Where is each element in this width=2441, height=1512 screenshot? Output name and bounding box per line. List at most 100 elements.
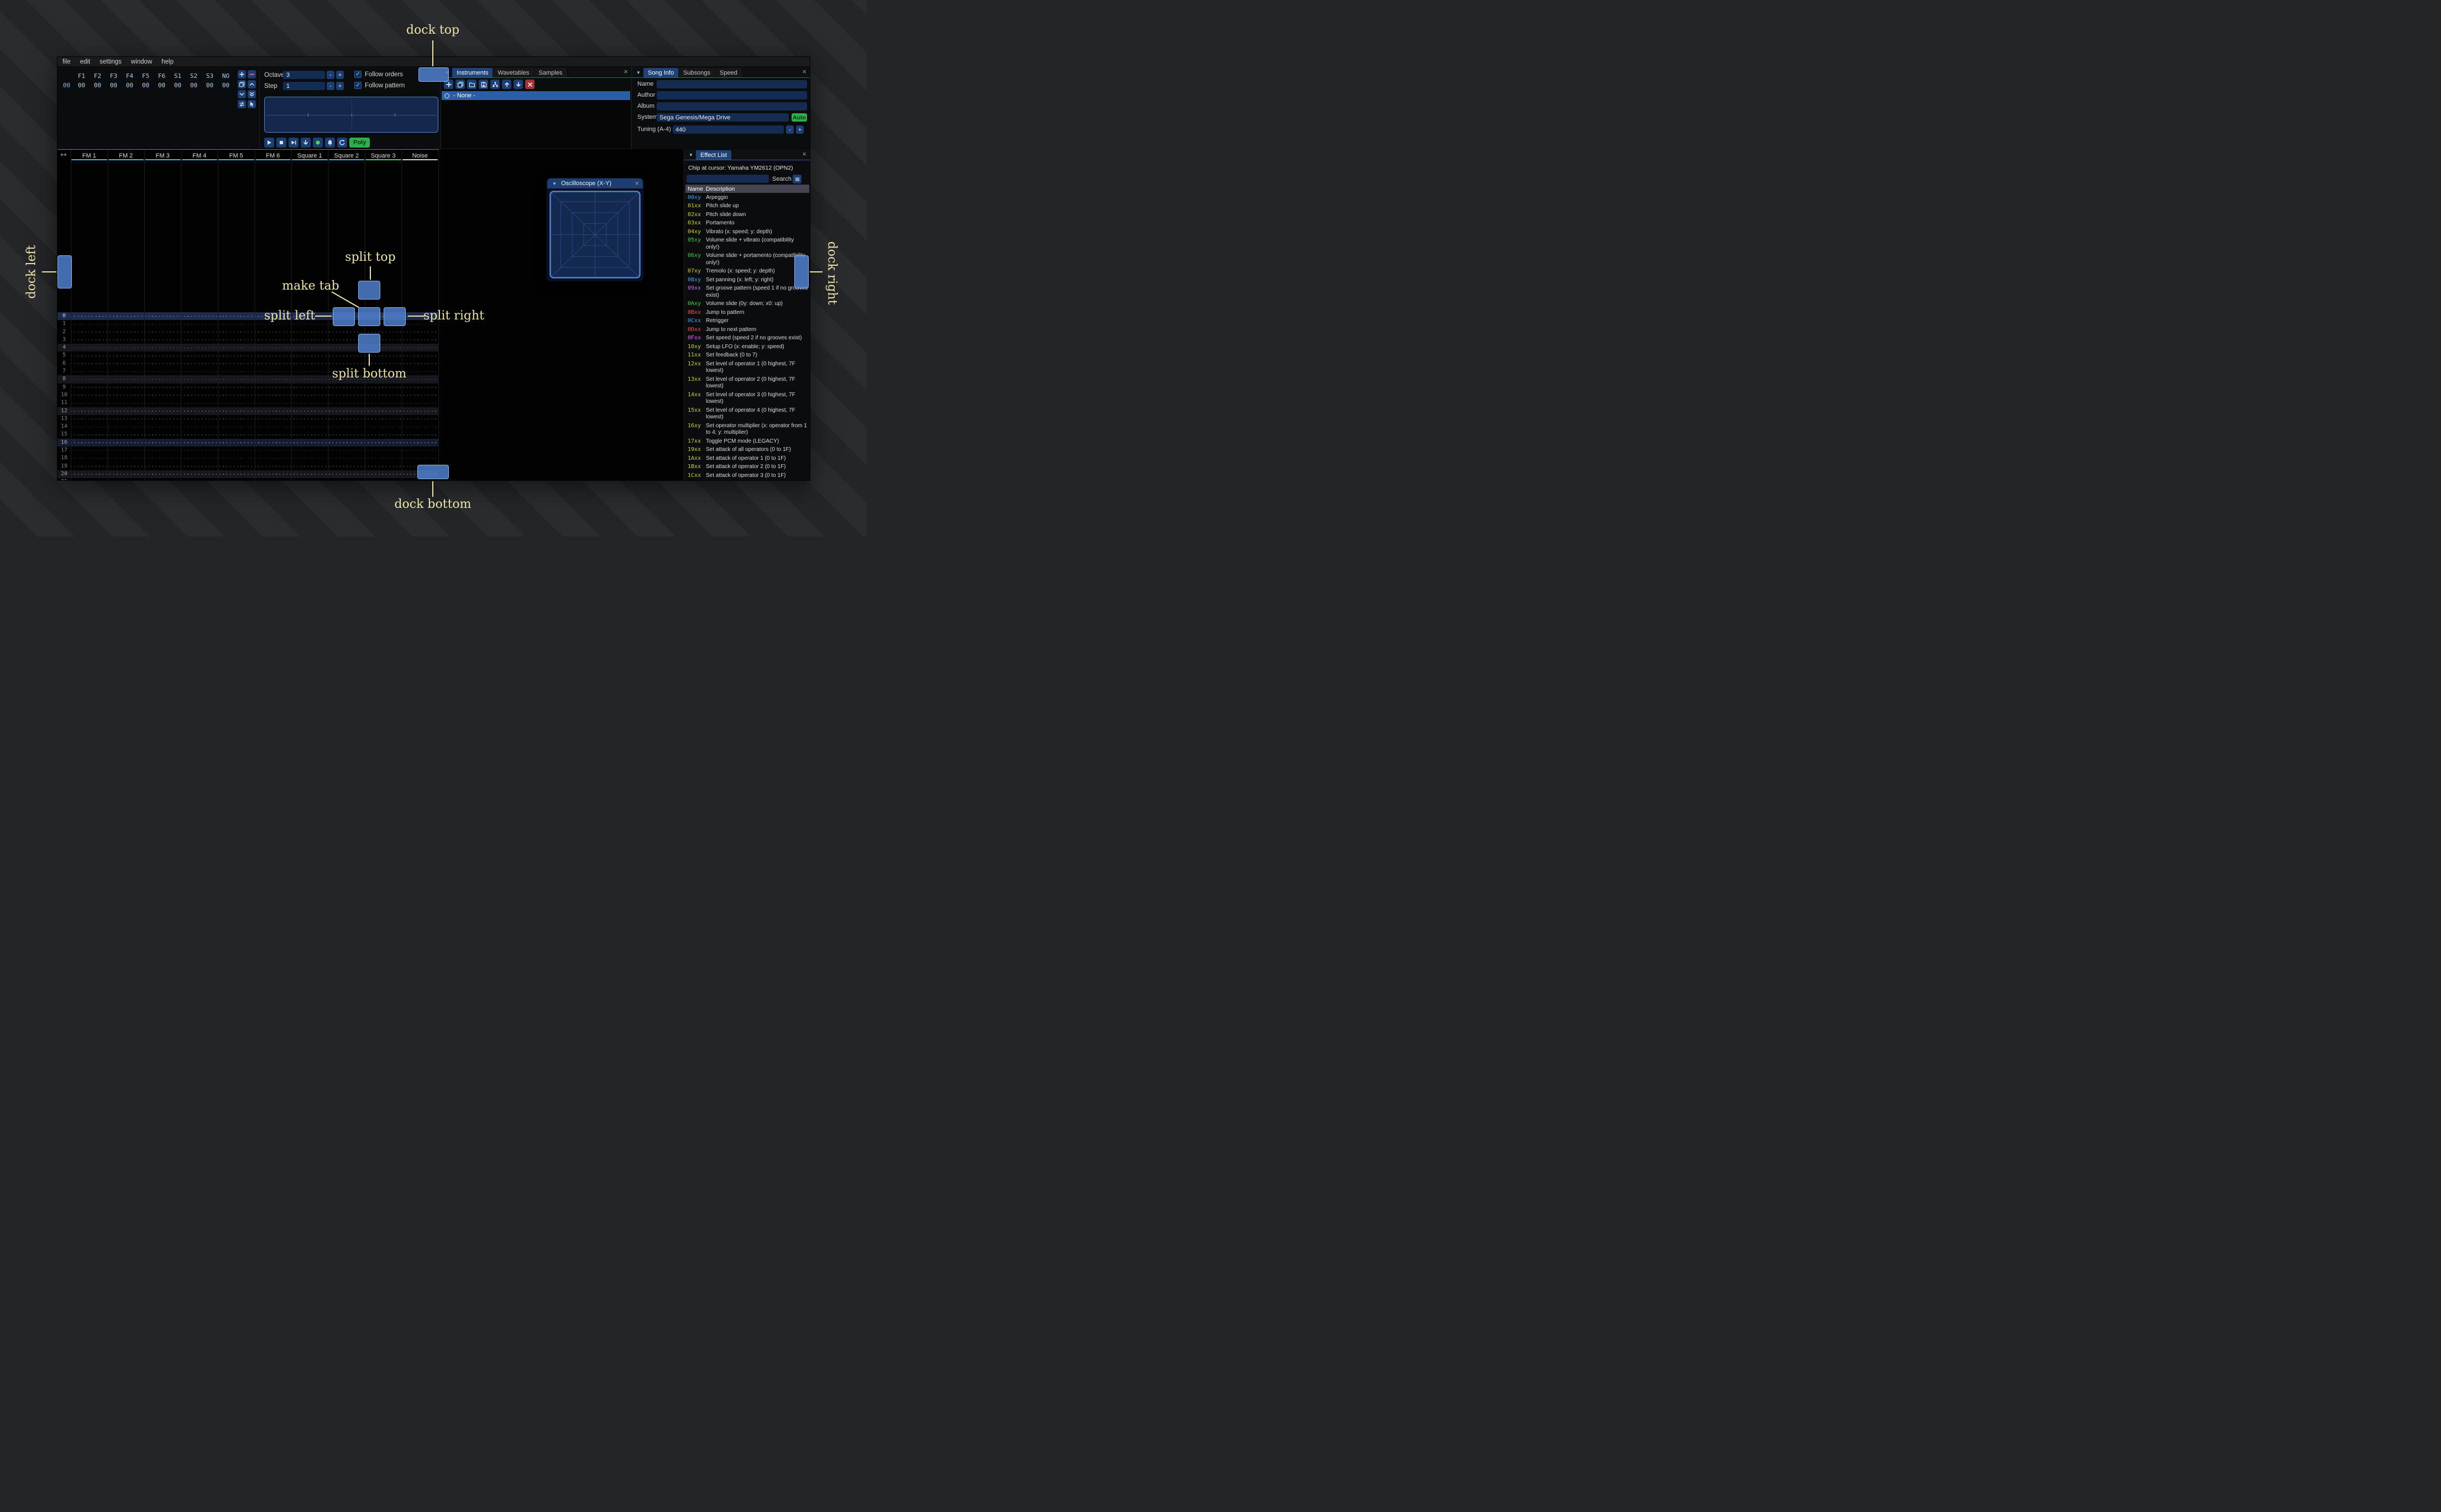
effect-row[interactable]: 17xx Toggle PCM mode (LEGACY) <box>685 437 810 446</box>
channel-header-square-2[interactable]: Square 2 <box>328 150 365 161</box>
step-decrement-button[interactable]: - <box>327 82 334 90</box>
pattern-row[interactable]: 1 <box>57 320 439 328</box>
instruments-arrow-down-button[interactable] <box>514 80 523 89</box>
menu-item-settings[interactable]: settings <box>99 59 122 65</box>
orders-cell[interactable]: 00 <box>154 82 170 89</box>
instruments-save-button[interactable] <box>479 80 488 89</box>
channel-header-fm-1[interactable]: FM 1 <box>71 150 108 161</box>
song-tab-subsongs[interactable]: Subsongs <box>679 68 715 77</box>
channel-header-square-1[interactable]: Square 1 <box>291 150 328 161</box>
channel-header-fm-6[interactable]: FM 6 <box>255 150 292 161</box>
transport-stop-button[interactable] <box>276 138 286 148</box>
transport-metronome-button[interactable] <box>325 138 335 148</box>
pattern-row[interactable]: 0 <box>57 312 439 321</box>
effect-row[interactable]: 12xx Set level of operator 1 (0 highest, … <box>685 360 810 375</box>
tuning-decrement-button[interactable]: - <box>786 125 794 134</box>
instruments-tab-samples[interactable]: Samples <box>534 68 567 77</box>
effect-row[interactable]: 13xx Set level of operator 2 (0 highest, … <box>685 375 810 391</box>
channel-header-fm-3[interactable]: FM 3 <box>144 150 181 161</box>
effect-row[interactable]: 05xy Volume slide + vibrato (compatibilit… <box>685 237 810 252</box>
effect-row[interactable]: 1Axx Set attack of operator 1 (0 to 1F) <box>685 454 810 463</box>
orders-cell[interactable]: 00 <box>74 82 90 89</box>
make-tab-target[interactable] <box>358 307 380 326</box>
effect-row[interactable]: 0Fxx Set speed (speed 2 if no grooves exi… <box>685 334 810 343</box>
effect-row[interactable]: 02xx Pitch slide down <box>685 211 810 219</box>
orders-pointer-button[interactable] <box>248 100 256 108</box>
channel-header-fm-2[interactable]: FM 2 <box>108 150 145 161</box>
follow-pattern-checkbox[interactable]: ✓ Follow pattern <box>354 82 405 89</box>
chevron-down-icon[interactable]: ▼ <box>687 153 695 158</box>
pattern-row[interactable]: 3 <box>57 336 439 344</box>
effect-row[interactable]: 14xx Set level of operator 3 (0 highest, … <box>685 391 810 406</box>
effect-row[interactable]: 08xy Set panning (x: left; y: right) <box>685 276 810 285</box>
pattern-row[interactable]: 16 <box>57 438 439 447</box>
pattern-row[interactable]: 12 <box>57 407 439 415</box>
orders-move-up-button[interactable] <box>248 80 256 88</box>
pattern-row[interactable]: 10 <box>57 391 439 399</box>
pattern-row[interactable]: 21 <box>57 478 439 480</box>
orders-cell[interactable]: 00 <box>218 82 234 89</box>
close-icon[interactable]: × <box>634 179 640 188</box>
effect-row[interactable]: 15xx Set level of operator 4 (0 highest, … <box>685 406 810 422</box>
song-album-input[interactable] <box>657 102 807 111</box>
poly-toggle[interactable]: Poly <box>349 138 370 148</box>
menu-item-edit[interactable]: edit <box>80 59 91 65</box>
pattern-row[interactable]: 19 <box>57 463 439 470</box>
effect-row[interactable]: 16xy Set operator multiplier (x: operator… <box>685 422 810 437</box>
pattern-row[interactable]: 2 <box>57 328 439 336</box>
effect-row[interactable]: 0Cxx Retrigger <box>685 317 810 326</box>
orders-cell[interactable]: 00 <box>202 82 218 89</box>
orders-cell[interactable]: 00 <box>186 82 202 89</box>
song-tab-speed[interactable]: Speed <box>715 68 742 77</box>
orders-swap-button[interactable] <box>238 100 246 108</box>
effect-row[interactable]: 03xx Portamento <box>685 219 810 228</box>
chevron-down-icon[interactable]: ▼ <box>551 181 558 186</box>
effect-row[interactable]: 10xy Setup LFO (x: enable; y: speed) <box>685 343 810 351</box>
pattern-row[interactable]: 18 <box>57 454 439 462</box>
effect-row[interactable]: 06xy Volume slide + portamento (compatibi… <box>685 252 810 267</box>
effect-row[interactable]: 04xy Vibrato (x: speed; y: depth) <box>685 228 810 237</box>
transport-edit-button[interactable] <box>313 138 323 148</box>
orders-add-button[interactable] <box>238 70 246 78</box>
pattern-row[interactable]: 14 <box>57 423 439 431</box>
split-top-target[interactable] <box>358 281 380 300</box>
pattern-row[interactable]: 9 <box>57 384 439 391</box>
effect-row[interactable]: 09xx Set groove pattern (speed 1 if no gr… <box>685 285 810 300</box>
instruments-delete-button[interactable] <box>525 80 535 89</box>
channel-header-fm-5[interactable]: FM 5 <box>218 150 255 161</box>
pattern-row[interactable]: 20 <box>57 470 439 479</box>
orders-cell[interactable]: 00 <box>106 82 122 89</box>
instruments-tree-button[interactable] <box>490 80 500 89</box>
menu-item-file[interactable]: file <box>62 59 71 65</box>
pattern-row[interactable]: 15 <box>57 431 439 438</box>
pattern-row[interactable]: 4 <box>57 344 439 352</box>
transport-play-button[interactable] <box>264 138 274 148</box>
split-bottom-target[interactable] <box>358 334 380 353</box>
octave-increment-button[interactable]: + <box>336 71 344 79</box>
dock-bottom-target[interactable] <box>417 465 449 479</box>
song-author-input[interactable] <box>657 91 807 99</box>
effect-row[interactable]: 0Bxx Jump to pattern <box>685 308 810 317</box>
chevron-down-icon[interactable]: ▼ <box>635 70 642 75</box>
effect-list-tab[interactable]: Effect List <box>696 150 732 160</box>
effect-row[interactable]: 11xx Set feedback (0 to 7) <box>685 351 810 360</box>
effect-row[interactable]: 01xx Pitch slide up <box>685 202 810 211</box>
song-name-input[interactable] <box>657 80 807 88</box>
pattern-row[interactable]: 5 <box>57 351 439 359</box>
auto-button[interactable]: Auto <box>792 113 807 122</box>
close-icon[interactable]: × <box>799 150 810 160</box>
transport-play-pattern-button[interactable] <box>289 138 298 148</box>
pattern-expand-button[interactable]: ++ <box>60 152 67 158</box>
effect-row[interactable]: 00xy Arpeggio <box>685 193 810 202</box>
split-right-target[interactable] <box>384 307 406 326</box>
octave-input[interactable]: 3 <box>283 71 325 79</box>
orders-duplicate-button[interactable] <box>238 80 246 88</box>
hamburger-menu-button[interactable] <box>793 175 802 183</box>
step-increment-button[interactable]: + <box>336 82 344 90</box>
pattern-row[interactable]: 13 <box>57 415 439 423</box>
close-icon[interactable]: × <box>799 67 810 77</box>
instrument-list-item[interactable]: - None - <box>442 91 630 100</box>
orders-deep-clone-button[interactable] <box>248 90 256 98</box>
dock-left-target[interactable] <box>57 255 72 288</box>
channel-header-noise[interactable]: Noise <box>402 150 439 161</box>
